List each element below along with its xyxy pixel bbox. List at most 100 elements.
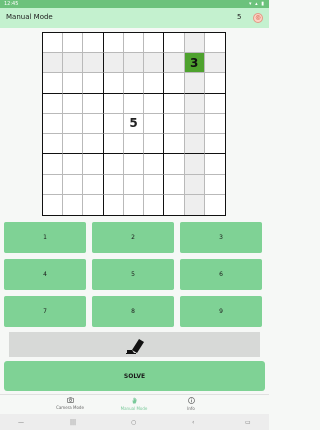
grid-cell[interactable] xyxy=(144,113,165,135)
grid-cell[interactable] xyxy=(144,194,165,215)
grid-cell[interactable] xyxy=(83,134,104,155)
solve-button[interactable]: SOLVE xyxy=(4,361,265,391)
number-button-7[interactable]: 7 xyxy=(4,296,86,327)
grid-cell[interactable] xyxy=(184,33,205,54)
grid-cell[interactable] xyxy=(204,73,225,94)
grid-cell[interactable] xyxy=(103,174,124,195)
grid-cell[interactable] xyxy=(144,134,165,155)
grid-cell[interactable] xyxy=(63,113,84,135)
grid-cell[interactable] xyxy=(43,93,64,114)
grid-cell[interactable] xyxy=(204,33,225,54)
number-button-6[interactable]: 6 xyxy=(180,259,262,290)
grid-cell[interactable] xyxy=(144,73,165,94)
grid-cell[interactable] xyxy=(83,53,104,74)
grid-cell[interactable] xyxy=(63,134,84,155)
grid-cell[interactable] xyxy=(144,174,165,195)
grid-cell[interactable] xyxy=(184,134,205,155)
grid-cell[interactable] xyxy=(184,93,205,114)
grid-cell[interactable] xyxy=(43,113,64,135)
grid-cell[interactable] xyxy=(123,73,145,94)
grid-cell[interactable] xyxy=(123,33,145,54)
grid-cell[interactable] xyxy=(164,113,185,135)
number-button-5[interactable]: 5 xyxy=(92,259,174,290)
grid-cell[interactable] xyxy=(144,53,165,74)
grid-cell[interactable] xyxy=(123,174,145,195)
grid-cell[interactable] xyxy=(204,114,225,135)
grid-cell[interactable] xyxy=(123,134,145,155)
grid-cell[interactable] xyxy=(83,33,104,54)
grid-cell[interactable] xyxy=(164,53,185,74)
grid-cell[interactable] xyxy=(104,194,124,215)
grid-cell[interactable] xyxy=(63,93,84,114)
grid-cell[interactable] xyxy=(164,73,185,94)
grid-cell[interactable] xyxy=(205,195,225,215)
grid-cell[interactable] xyxy=(103,154,124,175)
home-icon[interactable]: ○ xyxy=(131,419,136,426)
grid-cell[interactable] xyxy=(103,134,124,155)
grid-cell[interactable]: 3 xyxy=(184,53,205,74)
grid-cell[interactable] xyxy=(63,33,84,54)
number-button-8[interactable]: 8 xyxy=(92,296,174,327)
number-button-4[interactable]: 4 xyxy=(4,259,86,290)
grid-cell[interactable] xyxy=(83,174,104,195)
grid-cell[interactable] xyxy=(43,154,64,175)
grid-cell[interactable] xyxy=(43,33,64,54)
menu-icon[interactable]: ◎ xyxy=(253,13,263,23)
grid-cell[interactable] xyxy=(43,73,64,94)
grid-cell[interactable] xyxy=(83,154,104,175)
nav-item-camera-mode[interactable]: Camera Mode xyxy=(40,397,100,410)
grid-cell[interactable] xyxy=(164,154,185,175)
grid-cell[interactable] xyxy=(164,174,185,195)
number-button-3[interactable]: 3 xyxy=(180,222,262,253)
grid-cell[interactable] xyxy=(164,134,185,155)
grid-cell[interactable] xyxy=(144,93,165,114)
grid-cell[interactable] xyxy=(103,93,124,114)
grid-cell[interactable] xyxy=(123,93,145,114)
grid-cell[interactable] xyxy=(204,154,225,175)
grid-cell[interactable] xyxy=(83,93,104,114)
back-gesture-icon[interactable]: — xyxy=(18,419,24,426)
grid-cell[interactable] xyxy=(184,174,205,195)
grid-cell[interactable] xyxy=(184,73,205,94)
grid-cell[interactable] xyxy=(83,113,104,135)
grid-cell[interactable] xyxy=(43,53,64,74)
grid-cell[interactable] xyxy=(204,53,225,74)
grid-cell[interactable] xyxy=(43,134,64,155)
grid-cell[interactable] xyxy=(63,194,84,215)
grid-cell[interactable] xyxy=(164,33,185,54)
grid-cell[interactable] xyxy=(63,154,84,175)
grid-cell[interactable] xyxy=(204,134,225,155)
grid-cell[interactable] xyxy=(144,154,165,175)
grid-cell[interactable] xyxy=(103,53,124,74)
number-button-9[interactable]: 9 xyxy=(180,296,262,327)
grid-cell[interactable] xyxy=(63,73,84,94)
erase-button[interactable] xyxy=(9,332,260,357)
keyboard-icon[interactable]: ▭ xyxy=(245,419,251,426)
grid-cell[interactable] xyxy=(184,154,205,175)
grid-cell[interactable] xyxy=(144,33,165,54)
recent-apps-icon[interactable]: ||| xyxy=(70,419,76,426)
grid-cell[interactable] xyxy=(184,113,205,135)
grid-cell[interactable] xyxy=(83,73,104,94)
grid-cell[interactable] xyxy=(164,194,185,215)
grid-cell[interactable] xyxy=(43,194,64,215)
back-icon[interactable]: ‹ xyxy=(192,419,194,426)
grid-cell[interactable] xyxy=(204,175,225,195)
grid-cell[interactable] xyxy=(103,73,124,94)
grid-cell[interactable] xyxy=(103,113,124,135)
grid-cell[interactable] xyxy=(123,53,145,74)
grid-cell[interactable] xyxy=(123,154,145,175)
number-button-1[interactable]: 1 xyxy=(4,222,86,253)
grid-cell[interactable] xyxy=(103,33,124,54)
number-button-2[interactable]: 2 xyxy=(92,222,174,253)
grid-cell[interactable] xyxy=(184,194,205,215)
grid-cell[interactable] xyxy=(164,93,185,114)
nav-item-manual-mode[interactable]: Manual Mode xyxy=(104,397,164,411)
grid-cell[interactable] xyxy=(63,53,84,74)
grid-cell[interactable] xyxy=(204,94,225,114)
grid-cell[interactable] xyxy=(43,174,64,195)
grid-cell[interactable] xyxy=(83,194,104,215)
grid-cell[interactable]: 5 xyxy=(123,113,145,135)
grid-cell[interactable] xyxy=(63,174,84,195)
grid-cell[interactable] xyxy=(124,194,145,215)
